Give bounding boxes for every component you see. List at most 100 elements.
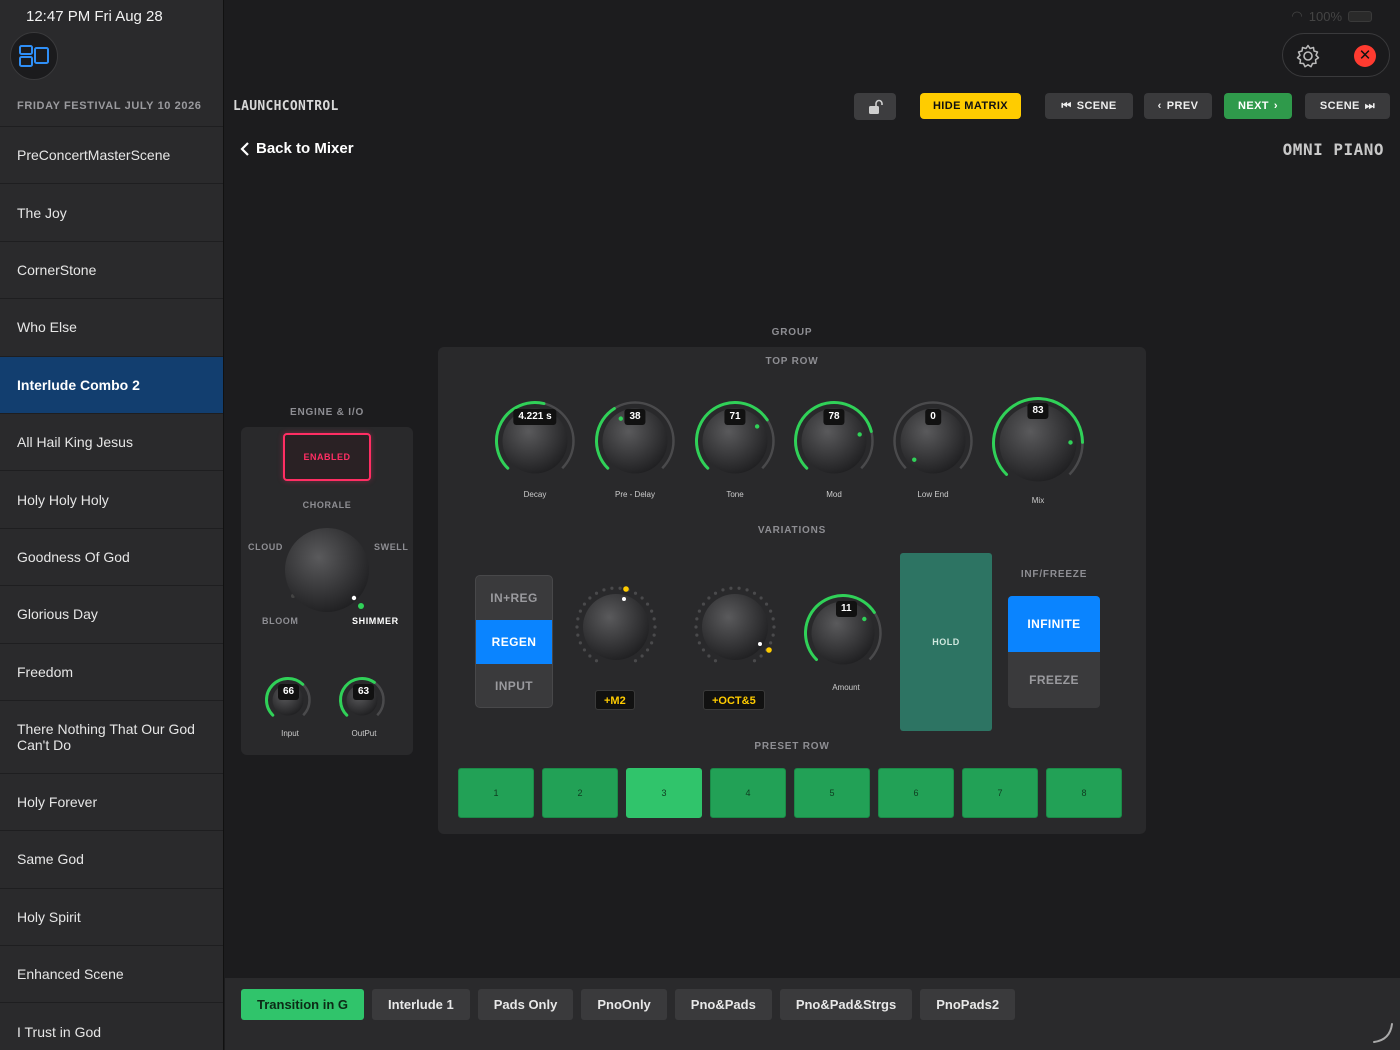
- pitch-2-value: +OCT&5: [703, 690, 765, 710]
- group-section-label: GROUP: [771, 327, 813, 338]
- song-item[interactable]: Interlude Combo 2: [0, 355, 223, 413]
- scene-tab[interactable]: PnoOnly: [581, 989, 667, 1020]
- back-label: Back to Mixer: [256, 140, 354, 157]
- swell-label: SWELL: [374, 542, 409, 552]
- song-item[interactable]: Who Else: [0, 298, 223, 356]
- knob-label: Low End: [917, 490, 949, 499]
- preset-button[interactable]: 2: [542, 768, 618, 818]
- inf-freeze-selector: INFINITE FREEZE: [1008, 596, 1100, 708]
- song-item[interactable]: PreConcertMasterScene: [0, 126, 223, 184]
- window-controls: ✕: [1282, 33, 1390, 77]
- knob-value-badge: 71: [724, 409, 746, 425]
- enabled-toggle[interactable]: ENABLED: [283, 433, 371, 481]
- preset-row: 12345678: [458, 768, 1122, 818]
- scene-tab[interactable]: Pno&Pad&Strgs: [779, 989, 913, 1020]
- wifi-icon: ◠: [1291, 8, 1303, 23]
- gear-icon[interactable]: [1295, 43, 1321, 69]
- sidebar: 12:47 PM Fri Aug 28 FRIDAY FESTIVAL JULY…: [0, 0, 224, 1050]
- scene-bar: Transition in G Interlude 1 Pads Only PnoOn…: [225, 978, 1400, 1050]
- knob-label: Decay: [523, 490, 547, 499]
- battery-percent: 100%: [1308, 8, 1342, 24]
- chevron-right-icon: ›: [1273, 100, 1278, 112]
- routing-option[interactable]: REGEN: [476, 620, 552, 664]
- skip-forward-icon: ⏭: [1364, 99, 1376, 112]
- scene-tab[interactable]: Pads Only: [477, 989, 574, 1020]
- prev-button[interactable]: ‹ PREV: [1144, 93, 1212, 119]
- song-item[interactable]: Glorious Day: [0, 585, 223, 643]
- top-row-label: TOP ROW: [765, 356, 819, 367]
- setlist-title: FRIDAY FESTIVAL JULY 10 2026: [17, 100, 202, 112]
- engine-panel: ENABLED CHORALE CLOUD SWELL BLOOM SHIMME…: [241, 427, 413, 755]
- battery-icon: [1348, 10, 1372, 22]
- chorale-label: CHORALE: [302, 500, 352, 510]
- mode-selector-knob[interactable]: [281, 524, 373, 616]
- song-item[interactable]: I Trust in God: [0, 1002, 223, 1050]
- song-item[interactable]: Holy Holy Holy: [0, 470, 223, 528]
- song-item[interactable]: Goodness Of God: [0, 527, 223, 586]
- knob-value-badge: 78: [823, 409, 845, 425]
- scene-tab[interactable]: Pno&Pads: [674, 989, 772, 1020]
- knob-value-badge: 0: [925, 409, 941, 425]
- preset-button[interactable]: 4: [710, 768, 786, 818]
- amount-value-badge: 11: [836, 601, 857, 617]
- chevron-left-icon: [240, 141, 249, 156]
- skip-back-icon: ⏮: [1061, 99, 1072, 112]
- status-time: 12:47 PM Fri Aug 28: [26, 8, 163, 25]
- freeze-button[interactable]: FREEZE: [1008, 652, 1100, 708]
- lock-button[interactable]: [854, 93, 896, 120]
- song-item[interactable]: There Nothing That Our God Can't Do: [0, 699, 223, 773]
- scene-tab[interactable]: Interlude 1: [372, 989, 470, 1020]
- unlock-icon: [869, 99, 883, 114]
- pitch-1-value: +M2: [595, 690, 635, 710]
- sidebar-layout-icon: [19, 45, 49, 67]
- song-item[interactable]: Holy Forever: [0, 772, 223, 831]
- resize-handle-icon[interactable]: [1370, 1020, 1394, 1044]
- back-to-mixer-link[interactable]: Back to Mixer: [240, 140, 354, 157]
- song-item[interactable]: All Hail King Jesus: [0, 412, 223, 471]
- knob-value-badge: 83: [1027, 403, 1049, 419]
- previous-scene-button[interactable]: ⏮ SCENE: [1045, 93, 1133, 119]
- next-scene-button[interactable]: SCENE ⏭: [1305, 93, 1390, 119]
- app-title: LAUNCHCONTROL: [233, 99, 339, 114]
- next-button[interactable]: NEXT ›: [1224, 93, 1292, 119]
- knob-value-badge: 38: [624, 409, 646, 425]
- infinite-button[interactable]: INFINITE: [1008, 596, 1100, 652]
- bloom-label: BLOOM: [262, 616, 299, 626]
- scene-tab[interactable]: Transition in G: [241, 989, 365, 1020]
- close-icon[interactable]: ✕: [1354, 45, 1376, 67]
- hide-matrix-button[interactable]: HIDE MATRIX: [920, 93, 1021, 119]
- preset-button[interactable]: 1: [458, 768, 534, 818]
- scene-tab[interactable]: PnoPads2: [920, 989, 1016, 1020]
- song-item[interactable]: CornerStone: [0, 240, 223, 299]
- pitch-knob-1[interactable]: [573, 584, 659, 670]
- hold-button[interactable]: HOLD: [900, 553, 992, 731]
- song-item[interactable]: Enhanced Scene: [0, 945, 223, 1003]
- routing-option[interactable]: INPUT: [476, 664, 552, 707]
- song-item[interactable]: Freedom: [0, 642, 223, 700]
- status-icons: ◠ 100%: [1291, 8, 1372, 24]
- layout-toggle-button[interactable]: [10, 32, 58, 80]
- knob-value-badge: 4.221 s: [513, 409, 557, 425]
- song-list: PreConcertMasterScene The Joy CornerStone W…: [0, 126, 223, 1050]
- song-item[interactable]: Holy Spirit: [0, 887, 223, 946]
- song-item[interactable]: Same God: [0, 830, 223, 888]
- next-scene-label: SCENE: [1319, 100, 1360, 112]
- prev-label: PREV: [1166, 100, 1199, 112]
- preset-button[interactable]: 8: [1046, 768, 1122, 818]
- preset-button[interactable]: 5: [794, 768, 870, 818]
- instrument-name: OMNI PIANO: [1282, 140, 1384, 159]
- amount-label: Amount: [832, 683, 860, 692]
- scene-tabs: Transition in G Interlude 1 Pads Only PnoOn…: [241, 989, 1016, 1020]
- song-item[interactable]: The Joy: [0, 183, 223, 241]
- preset-button[interactable]: 7: [962, 768, 1038, 818]
- pitch-knob-2[interactable]: [692, 584, 778, 670]
- preset-button[interactable]: 6: [878, 768, 954, 818]
- preset-row-label: PRESET ROW: [754, 741, 830, 752]
- routing-option[interactable]: IN+REG: [476, 576, 552, 620]
- variations-label: VARIATIONS: [757, 525, 827, 536]
- preset-button[interactable]: 3: [626, 768, 702, 818]
- chevron-left-icon: ‹: [1157, 100, 1162, 112]
- engine-section-label: ENGINE & I/O: [289, 407, 365, 418]
- knob-label: Mix: [1031, 496, 1045, 505]
- main-area: ◠ 100% ✕ LAUNCHCONTROL HIDE MATRIX ⏮ SCE…: [225, 0, 1400, 1050]
